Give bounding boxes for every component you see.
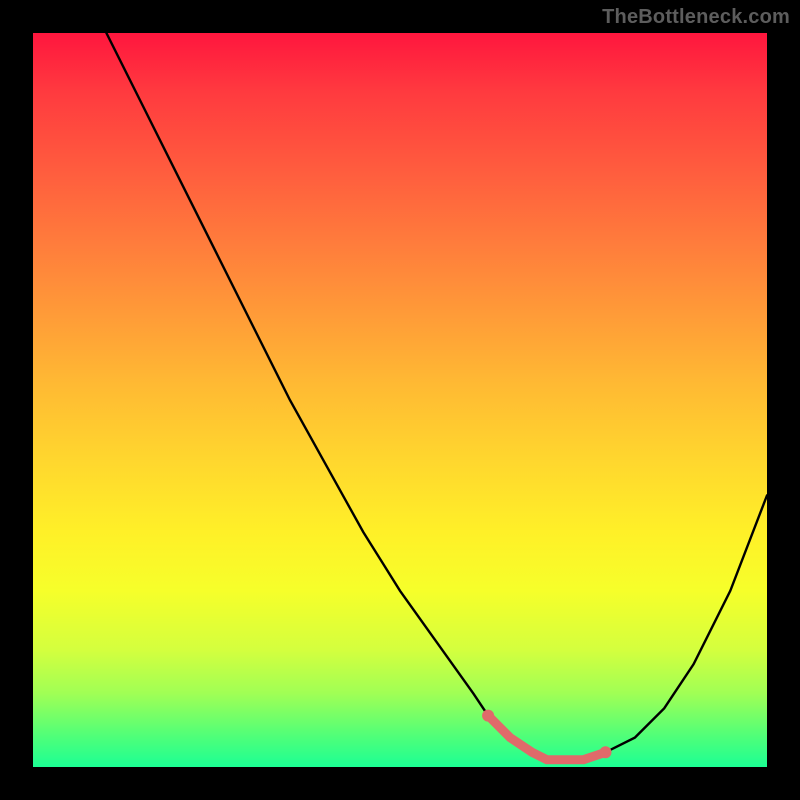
watermark-text: TheBottleneck.com [602,6,790,29]
chart-frame: TheBottleneck.com [0,0,800,800]
marker-end-dot [600,746,612,758]
curve-layer [33,33,767,767]
gradient-plot-area [33,33,767,767]
optimal-range-marker [488,716,605,760]
marker-start-dot [482,710,494,722]
bottleneck-curve [106,33,767,760]
